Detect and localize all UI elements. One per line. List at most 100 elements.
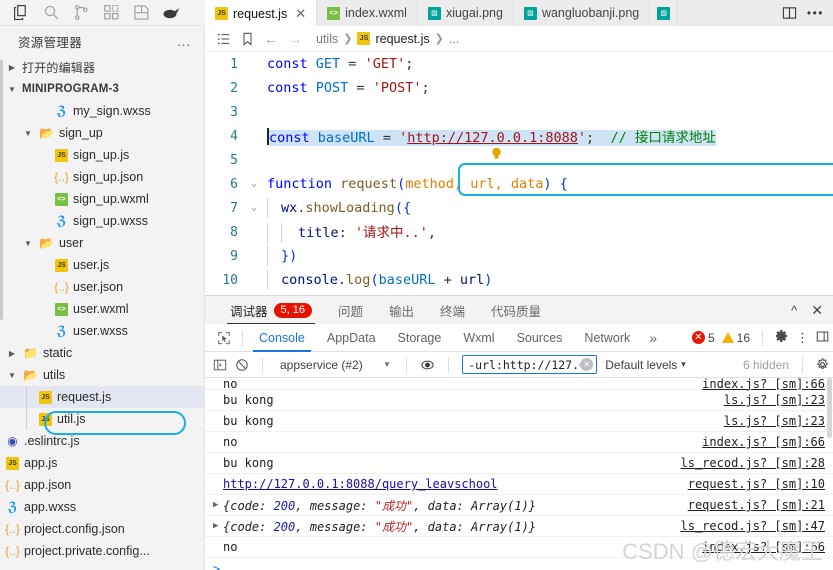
explorer-icon[interactable] xyxy=(12,4,30,22)
error-count[interactable]: ✕ 5 xyxy=(691,331,715,345)
console-context-selector[interactable]: appservice (#2) ▾ xyxy=(276,358,393,372)
console-source-link[interactable]: ls.js? [sm]:23 xyxy=(724,393,833,407)
devtools-tab-console[interactable]: Console xyxy=(248,324,316,352)
console-row[interactable]: bu kong ls_recod.js? [sm]:28 xyxy=(205,453,833,474)
breadcrumb-part-symbol[interactable]: ... xyxy=(449,32,459,46)
kebab-menu-icon[interactable]: ⋮ xyxy=(796,331,809,344)
console-row[interactable]: http://127.0.0.1:8088/query_leavschool re… xyxy=(205,474,833,495)
tree-file-row[interactable]: {..} sign_up.json xyxy=(0,166,204,188)
tree-folder-row[interactable]: ▼ 📂 utils xyxy=(0,364,204,386)
tree-file-row[interactable]: {..} user.json xyxy=(0,276,204,298)
console-row[interactable]: no index.js? [sm]:66 xyxy=(205,432,833,453)
tree-file-row[interactable]: JS app.js xyxy=(0,452,204,474)
back-arrow-icon[interactable]: ← xyxy=(264,31,278,47)
console-source-link[interactable]: index.js? [sm]:66 xyxy=(702,435,833,449)
tree-file-row[interactable]: {..} app.json xyxy=(0,474,204,496)
panel-tab-code-quality[interactable]: 代码质量 xyxy=(478,296,554,324)
tab-request-js[interactable]: JS request.js ✕ xyxy=(205,0,318,26)
code-line[interactable]: 3 xyxy=(205,100,833,124)
clear-console-icon[interactable] xyxy=(235,358,249,372)
code-line[interactable]: 4 const baseURL = 'http://127.0.0.1:8088'… xyxy=(205,124,833,148)
console-filter-input[interactable]: -url:http://127.0.0.1:2 ✕ xyxy=(462,355,598,374)
devtools-tab-overflow[interactable]: » xyxy=(641,324,665,352)
code-editor[interactable]: 1 const GET = 'GET'; 2 const POST = 'POST';… xyxy=(205,52,833,295)
breadcrumb-part-folder[interactable]: utils xyxy=(316,32,338,46)
panel-tab-problems[interactable]: 问题 xyxy=(325,296,376,324)
tab-wangluobanji-png[interactable]: ▨ wangluobanji.png xyxy=(513,0,651,26)
tree-file-row[interactable]: <> sign_up.wxml xyxy=(0,188,204,210)
tree-file-row[interactable]: ℨuser.wxss xyxy=(0,320,204,342)
console-source-link[interactable]: ls_recod.js? [sm]:28 xyxy=(681,456,833,470)
section-project-root[interactable]: ▼ MINIPROGRAM-3 xyxy=(0,78,204,100)
tab-overflow-png[interactable]: ▨ xyxy=(650,0,679,26)
tree-file-row[interactable]: ◉ .eslintrc.js xyxy=(0,430,204,452)
save-layout-icon[interactable] xyxy=(132,4,150,22)
code-line[interactable]: 9}) xyxy=(205,244,833,268)
console-source-link[interactable]: request.js? [sm]:21 xyxy=(688,498,833,512)
console-source-link[interactable]: request.js? [sm]:10 xyxy=(688,477,833,491)
devtools-tab-wxml[interactable]: Wxml xyxy=(452,324,505,352)
lightbulb-icon[interactable] xyxy=(491,147,502,161)
tree-file-row[interactable]: JS user.js xyxy=(0,254,204,276)
console-output[interactable]: no index.js? [sm]:66 bu kong ls.js? [sm]:23… xyxy=(205,378,833,570)
tab-xiugai-png[interactable]: ▨ xiugai.png xyxy=(417,0,514,26)
console-sidebar-icon[interactable] xyxy=(213,358,227,372)
close-panel-icon[interactable]: ✕ xyxy=(811,302,823,319)
fold-chevron-icon[interactable]: ⌄ xyxy=(247,179,261,189)
forward-arrow-icon[interactable]: → xyxy=(288,31,302,47)
debug-wechat-icon[interactable] xyxy=(162,4,180,22)
devtools-tab-sources[interactable]: Sources xyxy=(506,324,574,352)
close-icon[interactable]: ✕ xyxy=(295,6,306,22)
tree-folder-row[interactable]: ▼ 📂 sign_up xyxy=(0,122,204,144)
clear-filter-icon[interactable]: ✕ xyxy=(580,358,594,371)
more-actions-icon[interactable]: ••• xyxy=(807,6,824,20)
tree-file-row[interactable]: JS request.js xyxy=(0,386,204,408)
fold-chevron-icon[interactable]: ⌄ xyxy=(247,203,261,213)
console-row[interactable]: ▶ {code: 200, message: "成功", data: Array(… xyxy=(205,495,833,516)
gear-icon[interactable] xyxy=(816,358,833,371)
tree-folder-row[interactable]: ▶ 📁 static xyxy=(0,342,204,364)
expand-triangle-icon[interactable]: ▶ xyxy=(213,521,218,531)
dock-panel-icon[interactable] xyxy=(816,330,829,346)
warning-count[interactable]: 16 xyxy=(721,331,750,345)
code-line[interactable]: 6 ⌄ function request(method, url, data) { xyxy=(205,172,833,196)
tree-file-row[interactable]: {..} project.private.config... xyxy=(0,540,204,562)
devtools-tab-network[interactable]: Network xyxy=(573,324,641,352)
expand-triangle-icon[interactable]: ▶ xyxy=(213,500,218,510)
console-scrollbar[interactable] xyxy=(827,378,832,438)
panel-tab-debugger[interactable]: 调试器 5, 16 xyxy=(217,296,325,324)
tree-file-row[interactable]: <> user.wxml xyxy=(0,298,204,320)
inspect-element-icon[interactable] xyxy=(211,331,237,345)
breadcrumb-part-file[interactable]: request.js xyxy=(375,32,429,46)
live-expression-icon[interactable] xyxy=(420,358,435,372)
code-line[interactable]: 7 ⌄ wx.showLoading({ xyxy=(205,196,833,220)
outline-list-icon[interactable] xyxy=(217,32,231,46)
split-editor-icon[interactable] xyxy=(782,6,797,20)
code-line[interactable]: 5 xyxy=(205,148,833,172)
console-source-link[interactable]: ls.js? [sm]:23 xyxy=(724,414,833,428)
bookmark-icon[interactable] xyxy=(241,32,254,46)
tree-file-row[interactable]: ℨapp.wxss xyxy=(0,496,204,518)
tree-file-row[interactable]: JS sign_up.js xyxy=(0,144,204,166)
code-line[interactable]: 1 const GET = 'GET'; xyxy=(205,52,833,76)
code-line[interactable]: 10 console.log(baseURL + url) xyxy=(205,268,833,292)
code-line[interactable]: 2 const POST = 'POST'; xyxy=(205,76,833,100)
maximize-panel-icon[interactable]: ^ xyxy=(791,303,797,318)
devtools-tab-appdata[interactable]: AppData xyxy=(316,324,387,352)
code-line[interactable]: 8 title: '请求中..', xyxy=(205,220,833,244)
console-row[interactable]: no index.js? [sm]:66 xyxy=(205,378,833,391)
section-open-editors[interactable]: ▶ 打开的编辑器 xyxy=(0,56,204,78)
tree-folder-row[interactable]: ▼ 📂 user xyxy=(0,232,204,254)
gear-icon[interactable] xyxy=(775,329,789,346)
tree-file-row[interactable]: JS util.js xyxy=(0,408,204,430)
panel-tab-output[interactable]: 输出 xyxy=(376,296,427,324)
tab-index-wxml[interactable]: <> index.wxml xyxy=(317,0,418,26)
tree-file-row[interactable]: ℨmy_sign.wxss xyxy=(0,100,204,122)
extensions-icon[interactable] xyxy=(102,4,120,22)
console-source-link[interactable]: ls_recod.js? [sm]:47 xyxy=(681,519,833,533)
console-levels-selector[interactable]: Default levels ▾ xyxy=(605,358,686,372)
console-source-link[interactable]: index.js? [sm]:66 xyxy=(702,378,833,391)
console-row[interactable]: bu kong ls.js? [sm]:23 xyxy=(205,390,833,411)
sidebar-more-icon[interactable]: ... xyxy=(177,34,191,49)
console-row[interactable]: bu kong ls.js? [sm]:23 xyxy=(205,411,833,432)
